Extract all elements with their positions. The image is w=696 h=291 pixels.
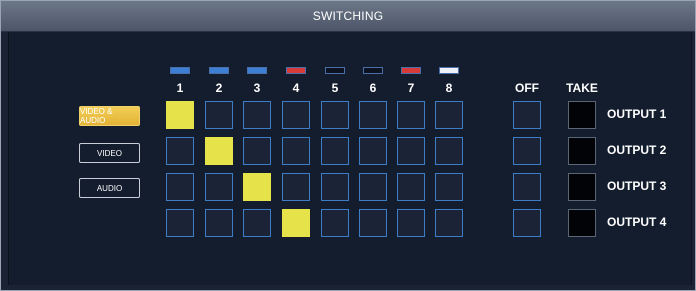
take-button-output-3[interactable] bbox=[568, 173, 596, 201]
crosspoint-out2-in2[interactable] bbox=[205, 137, 233, 165]
take-button-output-2[interactable] bbox=[568, 137, 596, 165]
mode-label: VIDEO bbox=[97, 148, 122, 158]
crosspoint-out4-in7[interactable] bbox=[397, 209, 425, 237]
tally-indicator-1 bbox=[170, 67, 190, 74]
crosspoint-out3-in8[interactable] bbox=[435, 173, 463, 201]
crosspoint-out2-in8[interactable] bbox=[435, 137, 463, 165]
crosspoint-out4-in2[interactable] bbox=[205, 209, 233, 237]
crosspoint-out2-in7[interactable] bbox=[397, 137, 425, 165]
crosspoint-out2-in4[interactable] bbox=[282, 137, 310, 165]
input-number-8: 8 bbox=[445, 81, 453, 95]
tally-indicator-3 bbox=[247, 67, 267, 74]
crosspoint-out3-in3[interactable] bbox=[243, 173, 271, 201]
crosspoint-out3-in2[interactable] bbox=[205, 173, 233, 201]
crosspoint-out4-in1[interactable] bbox=[166, 209, 194, 237]
take-column-header: TAKE bbox=[566, 81, 598, 95]
crosspoint-out3-in4[interactable] bbox=[282, 173, 310, 201]
crosspoint-out1-in3[interactable] bbox=[243, 101, 271, 129]
output-label-4: OUTPUT 4 bbox=[607, 215, 667, 229]
crosspoint-out1-in8[interactable] bbox=[435, 101, 463, 129]
output-label-3: OUTPUT 3 bbox=[607, 179, 667, 193]
input-number-4: 4 bbox=[292, 81, 300, 95]
crosspoint-out3-in1[interactable] bbox=[166, 173, 194, 201]
off-button-output-1[interactable] bbox=[513, 101, 541, 129]
crosspoint-out1-in2[interactable] bbox=[205, 101, 233, 129]
mode-label: VIDEO & AUDIO bbox=[80, 107, 113, 125]
off-button-output-3[interactable] bbox=[513, 173, 541, 201]
crosspoint-out4-in3[interactable] bbox=[243, 209, 271, 237]
crosspoint-out1-in4[interactable] bbox=[282, 101, 310, 129]
switching-window: SWITCHING 1 2 3 4 5 6 7 8 OFF TAKE VIDEO & AUDIO VI… bbox=[0, 0, 696, 291]
crosspoint-out4-in6[interactable] bbox=[359, 209, 387, 237]
crosspoint-out4-in8[interactable] bbox=[435, 209, 463, 237]
off-button-output-4[interactable] bbox=[513, 209, 541, 237]
take-button-output-4[interactable] bbox=[568, 209, 596, 237]
input-number-5: 5 bbox=[331, 81, 339, 95]
title-bar: SWITCHING bbox=[1, 1, 695, 32]
crosspoint-out1-in5[interactable] bbox=[321, 101, 349, 129]
input-number-3: 3 bbox=[253, 81, 261, 95]
crosspoint-out2-in1[interactable] bbox=[166, 137, 194, 165]
tally-indicator-4 bbox=[286, 67, 306, 74]
input-number-7: 7 bbox=[407, 81, 415, 95]
input-number-6: 6 bbox=[369, 81, 377, 95]
crosspoint-out2-in3[interactable] bbox=[243, 137, 271, 165]
output-label-1: OUTPUT 1 bbox=[607, 107, 667, 121]
output-label-2: OUTPUT 2 bbox=[607, 143, 667, 157]
tally-indicator-6 bbox=[363, 67, 383, 74]
crosspoint-out4-in4[interactable] bbox=[282, 209, 310, 237]
off-column-header: OFF bbox=[515, 81, 539, 95]
crosspoint-out2-in5[interactable] bbox=[321, 137, 349, 165]
mode-label: AUDIO bbox=[96, 183, 123, 193]
crosspoint-out4-in5[interactable] bbox=[321, 209, 349, 237]
input-number-2: 2 bbox=[215, 81, 223, 95]
input-number-1: 1 bbox=[176, 81, 184, 95]
crosspoint-out3-in7[interactable] bbox=[397, 173, 425, 201]
window-title: SWITCHING bbox=[312, 9, 384, 23]
crosspoint-out1-in1[interactable] bbox=[166, 101, 194, 129]
crosspoint-out3-in5[interactable] bbox=[321, 173, 349, 201]
video-audio-button[interactable]: VIDEO & AUDIO bbox=[79, 106, 140, 126]
crosspoint-out2-in6[interactable] bbox=[359, 137, 387, 165]
video-button[interactable]: VIDEO bbox=[79, 143, 140, 163]
crosspoint-out1-in6[interactable] bbox=[359, 101, 387, 129]
tally-indicator-5 bbox=[325, 67, 345, 74]
tally-indicator-2 bbox=[209, 67, 229, 74]
off-button-output-2[interactable] bbox=[513, 137, 541, 165]
audio-button[interactable]: AUDIO bbox=[79, 178, 140, 198]
take-button-output-1[interactable] bbox=[568, 101, 596, 129]
crosspoint-out1-in7[interactable] bbox=[397, 101, 425, 129]
tally-indicator-7 bbox=[401, 67, 421, 74]
crosspoint-out3-in6[interactable] bbox=[359, 173, 387, 201]
tally-indicator-8 bbox=[439, 67, 459, 74]
